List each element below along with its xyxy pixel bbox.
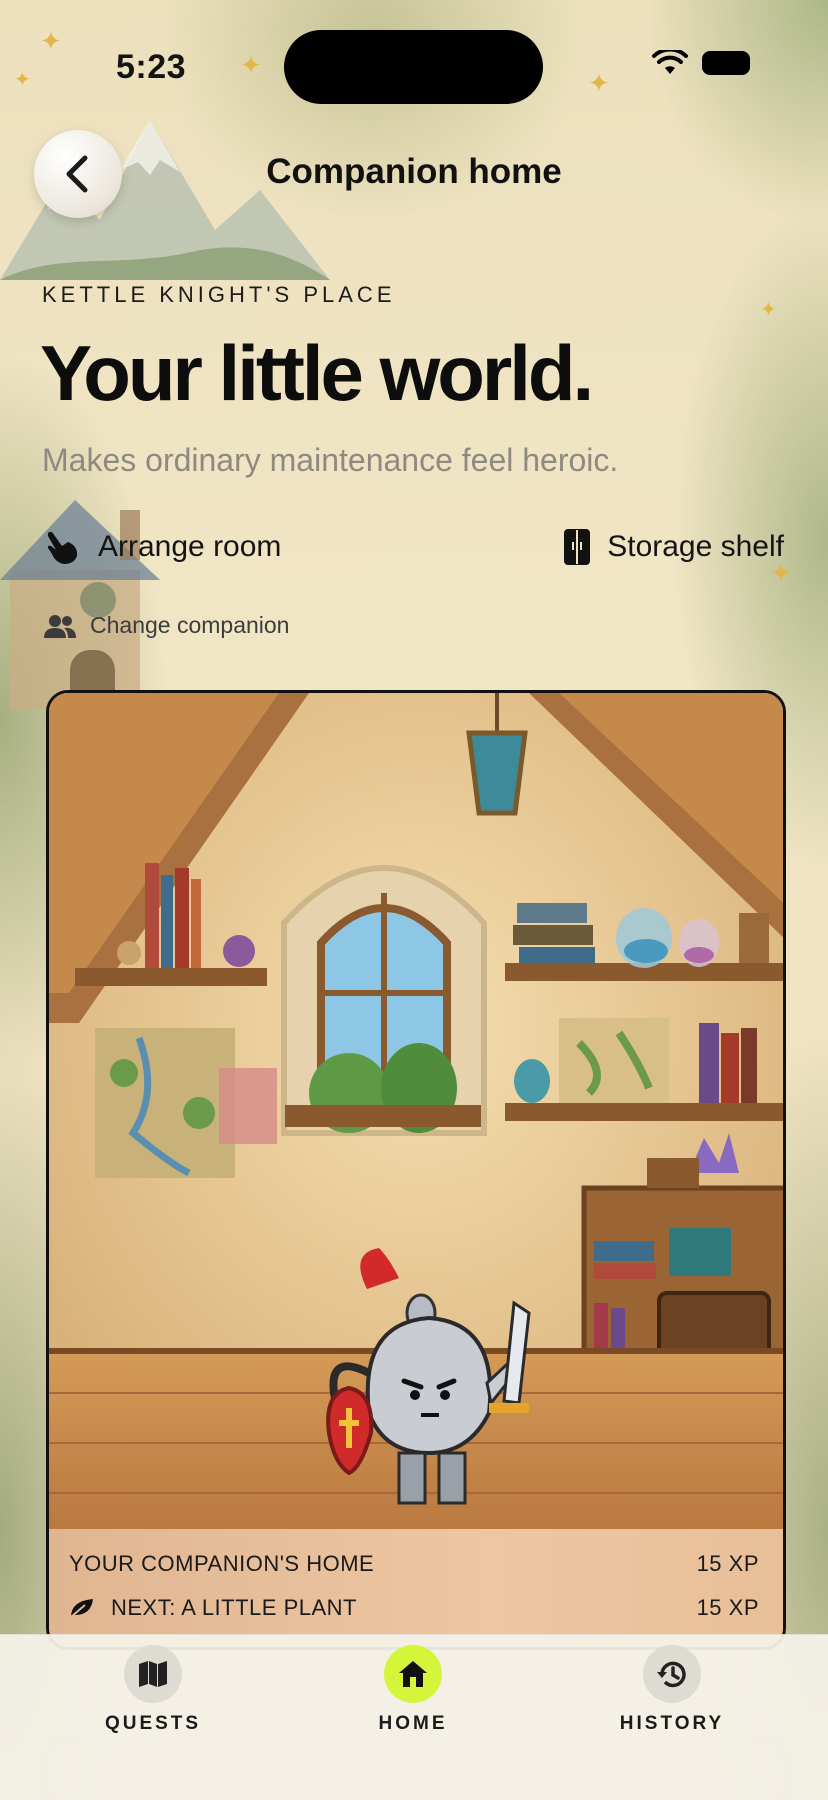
nav-tab-history[interactable]: HISTORY	[582, 1645, 762, 1735]
clock-history-icon	[643, 1645, 701, 1703]
sparkle-decoration: ✦	[240, 50, 262, 80]
cottage-illustration	[0, 500, 160, 710]
next-upgrade-xp: 15 XP	[696, 1595, 759, 1620]
cabinet-icon	[564, 529, 591, 565]
storage-shelf-button[interactable]: Storage shelf	[563, 528, 784, 566]
house-icon	[384, 1645, 442, 1703]
next-upgrade-label: NEXT: A LITTLE PLANT	[111, 1595, 357, 1620]
nav-history-label: HISTORY	[619, 1713, 725, 1734]
status-time: 5:23	[116, 48, 187, 86]
companion-xp-panel: YOUR COMPANION'S HOME 15 XP NEXT: A LITT…	[49, 1529, 783, 1647]
dynamic-island	[284, 30, 543, 104]
nav-tab-home[interactable]: HOME	[323, 1645, 503, 1735]
home-xp-row: YOUR COMPANION'S HOME 15 XP	[69, 1551, 759, 1577]
change-companion-button[interactable]: Change companion	[44, 612, 289, 639]
wifi-icon	[652, 50, 688, 74]
people-icon	[44, 614, 76, 638]
arrange-room-label: Arrange room	[98, 530, 282, 563]
map-icon	[124, 1645, 182, 1703]
attic-room-scene	[49, 693, 783, 1533]
leaf-icon	[70, 1599, 93, 1618]
next-upgrade-row: NEXT: A LITTLE PLANT 15 XP	[69, 1595, 759, 1621]
nav-home-label: HOME	[378, 1713, 448, 1734]
arrange-room-button[interactable]: Arrange room	[44, 528, 281, 566]
hero-subtitle: Makes ordinary maintenance feel heroic.	[42, 442, 619, 478]
battery-icon	[702, 51, 750, 75]
companion-place-eyebrow: KETTLE KNIGHT'S PLACE	[42, 282, 396, 307]
nav-tab-quests[interactable]: QUESTS	[63, 1645, 243, 1735]
bottom-navigation: QUESTS HOME HISTORY	[0, 1634, 828, 1800]
page-title: Companion home	[266, 152, 562, 191]
companion-room-card[interactable]: YOUR COMPANION'S HOME 15 XP NEXT: A LITT…	[46, 690, 786, 1650]
hero-title: Your little world.	[40, 329, 594, 417]
nav-quests-label: QUESTS	[104, 1713, 202, 1734]
home-label: YOUR COMPANION'S HOME	[69, 1551, 375, 1576]
status-icons	[652, 50, 750, 76]
sparkle-decoration: ✦	[14, 69, 31, 91]
hand-pointer-icon	[47, 531, 78, 564]
sparkle-decoration: ✦	[588, 68, 610, 98]
sparkle-decoration: ✦	[40, 26, 62, 56]
sparkle-decoration: ✦	[760, 299, 777, 321]
home-xp-value: 15 XP	[696, 1551, 759, 1576]
storage-shelf-label: Storage shelf	[607, 530, 784, 563]
change-companion-label: Change companion	[90, 612, 290, 638]
